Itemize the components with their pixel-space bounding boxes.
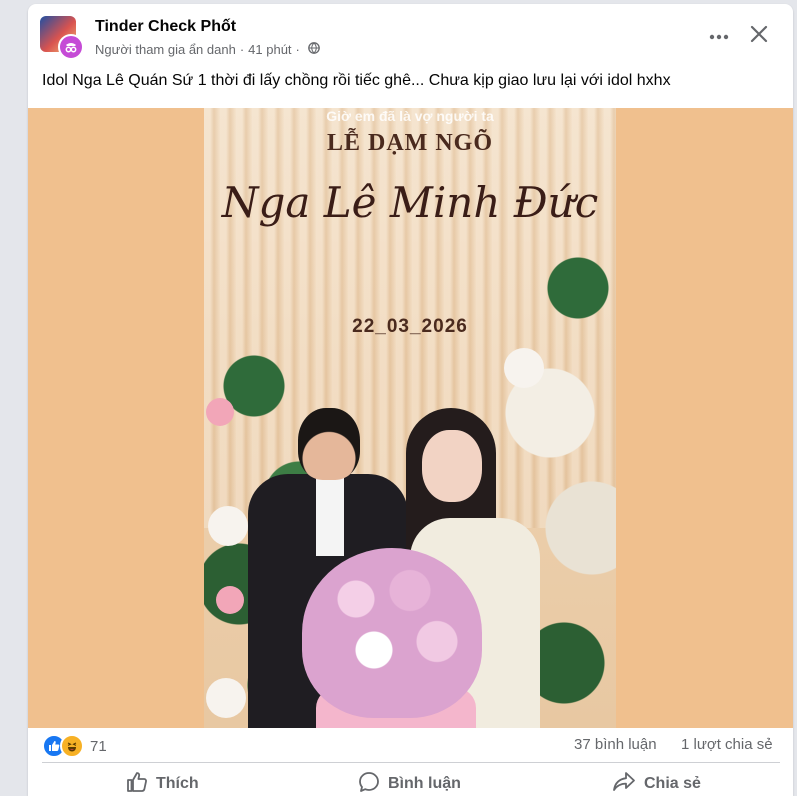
photo-couple-names: Nga Lê Minh Đức: [221, 178, 599, 227]
photo-story-text: Giờ em đã là vợ người ta: [326, 108, 494, 124]
photo-flower: [206, 678, 246, 718]
photo-event-title: LỄ DẠM NGÕ: [327, 130, 493, 156]
share-button[interactable]: Chia sẻ: [612, 769, 701, 796]
close-button[interactable]: [741, 18, 777, 54]
post-caption: Idol Nga Lê Quán Sứ 1 thời đi lấy chồng …: [42, 72, 671, 89]
photo-event-date: 22_03_2026: [352, 316, 468, 337]
photo-flower: [206, 398, 234, 426]
more-options-button[interactable]: [701, 18, 737, 54]
photo-flower: [216, 586, 244, 614]
photo-flower: [208, 506, 248, 546]
post-stats: 71 37 bình luận 1 lượt chia sẻ: [28, 728, 793, 760]
thumbs-up-icon: [126, 771, 156, 796]
like-button[interactable]: Thích: [126, 769, 199, 796]
share-icon: [612, 771, 644, 796]
haha-reaction-icon: [60, 734, 84, 758]
photo-bouquet: [302, 548, 482, 718]
photo-flower: [504, 348, 544, 388]
separator-dot: ·: [239, 42, 245, 57]
post-meta: Người tham gia ẩn danh · 41 phút ·: [95, 42, 320, 57]
post-actions: Thích Bình luận Chia sẻ: [42, 762, 780, 796]
comment-icon: [358, 771, 388, 796]
comment-label: Bình luận: [388, 775, 461, 792]
like-label: Thích: [156, 775, 199, 792]
anonymous-avatar-icon: [58, 34, 84, 60]
share-count-link[interactable]: 1 lượt chia sẻ: [681, 736, 773, 753]
author-label: Người tham gia ẩn danh: [95, 42, 236, 57]
close-icon: [750, 25, 768, 48]
post-photo-container[interactable]: Giờ em đã là vợ người ta LỄ DẠM NGÕ Nga …: [28, 108, 793, 728]
reaction-count: 71: [90, 737, 107, 755]
globe-icon: [308, 42, 320, 57]
post-header: Tinder Check Phốt Người tham gia ẩn danh…: [28, 4, 793, 68]
post-time-link[interactable]: 41 phút: [248, 42, 291, 57]
reactions-summary[interactable]: 71: [42, 734, 107, 758]
post-photo[interactable]: Giờ em đã là vợ người ta LỄ DẠM NGÕ Nga …: [204, 108, 616, 728]
more-icon: [709, 27, 729, 45]
comment-count-link[interactable]: 37 bình luận: [574, 736, 657, 753]
comment-button[interactable]: Bình luận: [358, 769, 461, 796]
group-avatar[interactable]: [40, 16, 84, 60]
group-name-link[interactable]: Tinder Check Phốt: [95, 18, 236, 36]
share-label: Chia sẻ: [644, 775, 701, 792]
post-card: Tinder Check Phốt Người tham gia ẩn danh…: [28, 4, 793, 796]
separator-dot: ·: [295, 42, 300, 57]
